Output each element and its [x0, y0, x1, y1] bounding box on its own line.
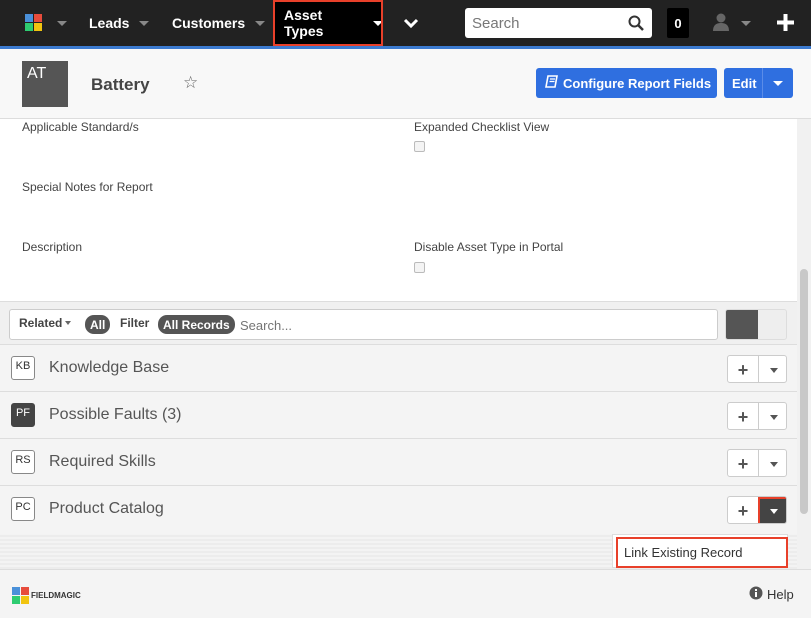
filter-label: Filter: [120, 316, 150, 330]
related-code-badge: KB: [11, 356, 35, 380]
fieldmagic-logo-icon: [12, 587, 29, 604]
edit-label: Edit: [732, 75, 757, 91]
info-icon: [749, 586, 763, 603]
edit-dropdown-toggle[interactable]: [762, 68, 793, 98]
record-avatar: AT: [22, 61, 68, 107]
app-menu-chevron-icon[interactable]: [57, 21, 67, 26]
chevron-down-icon[interactable]: [255, 20, 266, 26]
related-name[interactable]: Product Catalog: [49, 500, 164, 518]
fieldmagic-logo: FIELDMAGIC: [12, 587, 81, 604]
user-menu-chevron-icon[interactable]: [741, 21, 751, 26]
related-dropdown[interactable]: Related: [19, 316, 72, 330]
chevron-down-icon: [773, 80, 783, 86]
related-dropdown-button[interactable]: [758, 497, 786, 523]
related-name[interactable]: Possible Faults (3): [49, 406, 182, 424]
nav-asset-types-label: Asset Types: [284, 7, 324, 39]
global-search-input[interactable]: Search: [465, 8, 652, 38]
view-toggle-active[interactable]: [726, 310, 758, 339]
search-icon[interactable]: [628, 15, 644, 35]
related-label: Related: [19, 316, 63, 330]
related-row-knowledge-base[interactable]: KB Knowledge Base +: [0, 344, 797, 391]
search-placeholder: Search: [472, 14, 520, 32]
related-dropdown-button[interactable]: [758, 403, 786, 429]
help-link[interactable]: Help: [749, 586, 794, 603]
related-filter-bar: Related All Filter All Records: [0, 301, 797, 346]
record-title: Battery: [91, 75, 150, 94]
chevron-down-icon: [769, 367, 778, 373]
footer: FIELDMAGIC Help: [0, 569, 811, 618]
chevron-down-icon[interactable]: [373, 20, 383, 26]
notification-count[interactable]: 0: [667, 8, 689, 38]
link-existing-record-item[interactable]: Link Existing Record: [616, 537, 788, 568]
add-plus-icon[interactable]: [777, 14, 794, 31]
edit-button[interactable]: Edit: [724, 68, 793, 98]
detail-fields: Applicable Standard/s Expanded Checklist…: [0, 119, 797, 301]
related-add-group: +: [727, 449, 787, 477]
book-icon: [545, 75, 558, 91]
field-label-applicable-standards: Applicable Standard/s: [22, 120, 139, 134]
related-code-badge: PF: [11, 403, 35, 427]
related-row-possible-faults[interactable]: PF Possible Faults (3) +: [0, 391, 797, 438]
nav-customers-label: Customers: [172, 15, 246, 31]
brand-name: FIELDMAGIC: [31, 591, 81, 600]
field-label-special-notes: Special Notes for Report: [22, 180, 153, 194]
nav-customers[interactable]: Customers: [172, 0, 266, 46]
chevron-down-icon: [769, 461, 778, 467]
nav-leads-label: Leads: [89, 15, 130, 31]
view-toggle[interactable]: [725, 309, 787, 340]
more-nav-chevron-icon[interactable]: [403, 16, 419, 30]
related-add-group: +: [727, 402, 787, 430]
user-icon[interactable]: [713, 13, 729, 31]
related-dropdown-menu: Link Existing Record: [612, 534, 788, 568]
field-label-disable-portal: Disable Asset Type in Portal: [414, 240, 564, 254]
related-name[interactable]: Knowledge Base: [49, 359, 169, 377]
chevron-down-icon: [65, 321, 72, 325]
related-code-badge: RS: [11, 450, 35, 474]
add-icon[interactable]: +: [728, 450, 758, 476]
add-icon[interactable]: +: [728, 403, 758, 429]
chevron-down-icon: [769, 414, 778, 420]
add-icon[interactable]: +: [728, 356, 758, 382]
star-icon[interactable]: ☆: [183, 73, 198, 93]
related-code-badge: PC: [11, 497, 35, 521]
field-label-description: Description: [22, 240, 83, 254]
add-icon[interactable]: +: [728, 497, 758, 523]
chevron-down-icon: [769, 508, 778, 514]
related-search-input[interactable]: [240, 314, 710, 336]
app-logo-icon[interactable]: [25, 14, 42, 31]
configure-report-fields-label: Configure Report Fields: [563, 75, 712, 91]
help-label: Help: [767, 587, 794, 602]
related-all-pill[interactable]: All: [85, 315, 111, 334]
related-filter-box: Related All Filter All Records: [9, 309, 718, 340]
field-label-expanded-checklist: Expanded Checklist View: [414, 120, 550, 134]
all-records-pill[interactable]: All Records: [158, 315, 235, 334]
scrollbar-thumb[interactable]: [800, 269, 808, 514]
related-add-group: +: [727, 355, 787, 383]
related-row-required-skills[interactable]: RS Required Skills +: [0, 438, 797, 485]
related-dropdown-button[interactable]: [758, 450, 786, 476]
top-nav: Leads Customers Asset Types Search 0: [0, 0, 811, 49]
related-row-product-catalog[interactable]: PC Product Catalog +: [0, 485, 797, 534]
chevron-down-icon[interactable]: [139, 20, 150, 26]
disable-portal-checkbox[interactable]: [414, 262, 425, 273]
page-scrollbar[interactable]: [797, 119, 811, 569]
configure-report-fields-button[interactable]: Configure Report Fields: [536, 68, 717, 98]
related-add-group: +: [727, 496, 787, 524]
related-dropdown-button[interactable]: [758, 356, 786, 382]
related-name[interactable]: Required Skills: [49, 453, 156, 471]
record-header: AT Battery ☆ Configure Report Fields Edi…: [0, 49, 811, 119]
nav-asset-types[interactable]: Asset Types: [273, 0, 383, 46]
expanded-checklist-checkbox[interactable]: [414, 141, 425, 152]
nav-leads[interactable]: Leads: [89, 0, 150, 46]
